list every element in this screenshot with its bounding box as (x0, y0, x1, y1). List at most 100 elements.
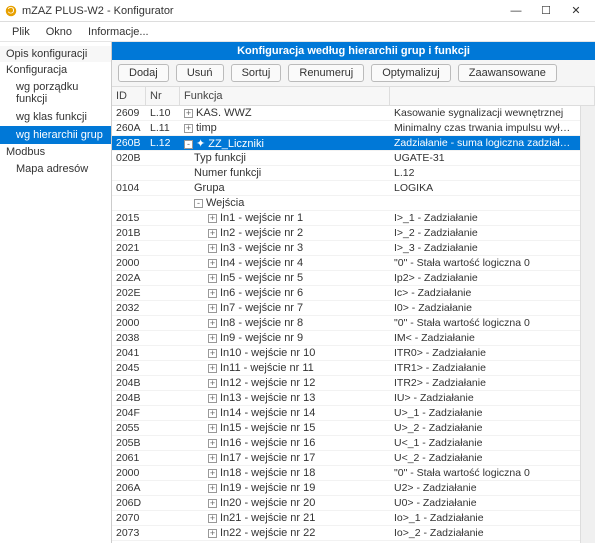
vertical-scrollbar[interactable] (580, 106, 595, 543)
col-nr[interactable]: Nr (146, 87, 180, 105)
close-button[interactable]: ✕ (561, 2, 591, 20)
expander-icon[interactable]: + (208, 529, 217, 538)
cell-id: 204B (112, 376, 146, 390)
toolbar: Dodaj Usuń Sortuj Renumeruj Optymalizuj … (112, 60, 595, 87)
cell-desc: "0" - Stała wartość logiczna 0 (390, 466, 580, 480)
table-row[interactable]: 2061+In17 - wejście nr 17U<_2 - Zadziała… (112, 451, 580, 466)
cell-nr (146, 487, 180, 489)
expander-icon[interactable]: + (208, 244, 217, 253)
cell-fn: +In1 - wejście nr 1 (180, 211, 390, 225)
table-row[interactable]: 202E+In6 - wejście nr 6Ic> - Zadziałanie (112, 286, 580, 301)
minimize-button[interactable]: — (501, 2, 531, 20)
table-row[interactable]: 2000+In4 - wejście nr 4"0" - Stała warto… (112, 256, 580, 271)
expander-icon[interactable]: + (208, 319, 217, 328)
table-row[interactable]: Numer funkcjiL.12 (112, 166, 580, 181)
expander-icon[interactable]: + (208, 499, 217, 508)
table-row[interactable]: 205B+In16 - wejście nr 16U<_1 - Zadziała… (112, 436, 580, 451)
advanced-button[interactable]: Zaawansowane (458, 64, 557, 82)
menu-okno[interactable]: Okno (38, 24, 80, 40)
expander-icon[interactable]: + (208, 424, 217, 433)
expander-icon[interactable]: + (208, 379, 217, 388)
table-row[interactable]: -Wejścia (112, 196, 580, 211)
table-row[interactable]: 260BL.12-✦ ZZ_LicznikiZadziałanie - suma… (112, 136, 580, 151)
cell-fn: +In6 - wejście nr 6 (180, 286, 390, 300)
expander-icon[interactable]: + (208, 214, 217, 223)
cell-nr (146, 247, 180, 249)
expander-icon[interactable]: + (208, 394, 217, 403)
grid-body[interactable]: 2609L.10+KAS. WWZKasowanie sygnalizacji … (112, 106, 580, 543)
table-row[interactable]: 202A+In5 - wejście nr 5Ip2> - Zadziałani… (112, 271, 580, 286)
menu-bar: Plik Okno Informacje... (0, 22, 595, 42)
cell-nr (146, 397, 180, 399)
table-row[interactable]: 2609L.10+KAS. WWZKasowanie sygnalizacji … (112, 106, 580, 121)
optimize-button[interactable]: Optymalizuj (371, 64, 450, 82)
expander-icon[interactable]: + (184, 109, 193, 118)
cell-nr: L.11 (146, 121, 180, 135)
table-row[interactable]: 201B+In2 - wejście nr 2I>_2 - Zadziałani… (112, 226, 580, 241)
expander-icon[interactable]: + (208, 229, 217, 238)
table-row[interactable]: 206D+In20 - wejście nr 20U0> - Zadziałan… (112, 496, 580, 511)
table-row[interactable]: 2000+In18 - wejście nr 18"0" - Stała war… (112, 466, 580, 481)
menu-plik[interactable]: Plik (4, 24, 38, 40)
cell-fn: +timp (180, 121, 390, 135)
expander-icon[interactable]: + (208, 484, 217, 493)
sidebar-item-klas[interactable]: wg klas funkcji (0, 108, 111, 126)
expander-icon[interactable]: + (208, 514, 217, 523)
table-row[interactable]: 2015+In1 - wejście nr 1I>_1 - Zadziałani… (112, 211, 580, 226)
cell-desc: L.12 (390, 166, 580, 180)
table-row[interactable]: 020BTyp funkcjiUGATE-31 (112, 151, 580, 166)
sidebar-header-opis[interactable]: Opis konfiguracji (0, 46, 111, 62)
expander-icon[interactable]: + (208, 259, 217, 268)
expander-icon[interactable]: + (208, 304, 217, 313)
sort-button[interactable]: Sortuj (231, 64, 282, 82)
table-row[interactable]: 2021+In3 - wejście nr 3I>_3 - Zadziałani… (112, 241, 580, 256)
expander-icon[interactable]: + (208, 289, 217, 298)
maximize-button[interactable]: ☐ (531, 2, 561, 20)
table-row[interactable]: 260AL.11+timpMinimalny czas trwania impu… (112, 121, 580, 136)
expander-icon[interactable]: + (208, 439, 217, 448)
table-row[interactable]: 2000+In8 - wejście nr 8"0" - Stała warto… (112, 316, 580, 331)
expander-icon[interactable]: + (184, 124, 193, 133)
table-row[interactable]: 204F+In14 - wejście nr 14U>_1 - Zadziała… (112, 406, 580, 421)
app-icon: Ɔ (4, 4, 18, 18)
expander-icon[interactable]: + (208, 349, 217, 358)
expander-icon[interactable]: - (184, 140, 193, 149)
cell-desc: ITR2> - Zadziałanie (390, 376, 580, 390)
delete-button[interactable]: Usuń (176, 64, 224, 82)
sidebar-group-konfiguracja[interactable]: Konfiguracja (0, 62, 111, 78)
sidebar-item-hierarchii[interactable]: wg hierarchii grup (0, 126, 111, 144)
table-row[interactable]: 2045+In11 - wejście nr 11ITR1> - Zadział… (112, 361, 580, 376)
cell-fn: +In11 - wejście nr 11 (180, 361, 390, 375)
add-button[interactable]: Dodaj (118, 64, 169, 82)
expander-icon[interactable]: + (208, 409, 217, 418)
table-row[interactable]: 206A+In19 - wejście nr 19U2> - Zadziałan… (112, 481, 580, 496)
table-row[interactable]: 2073+In22 - wejście nr 22Io>_2 - Zadział… (112, 526, 580, 541)
col-id[interactable]: ID (112, 87, 146, 105)
sidebar-item-porzadku[interactable]: wg porządku funkcji (0, 78, 111, 108)
renumber-button[interactable]: Renumeruj (288, 64, 364, 82)
table-row[interactable]: 2055+In15 - wejście nr 15U>_2 - Zadziała… (112, 421, 580, 436)
table-row[interactable]: 2032+In7 - wejście nr 7I0> - Zadziałanie (112, 301, 580, 316)
cell-id: 2000 (112, 466, 146, 480)
table-row[interactable]: 204B+In12 - wejście nr 12ITR2> - Zadział… (112, 376, 580, 391)
table-row[interactable]: 2070+In21 - wejście nr 21Io>_1 - Zadział… (112, 511, 580, 526)
expander-icon[interactable]: - (194, 199, 203, 208)
cell-id: 2070 (112, 511, 146, 525)
sidebar-group-modbus[interactable]: Modbus (0, 144, 111, 160)
cell-id: 2041 (112, 346, 146, 360)
cell-id: 205B (112, 436, 146, 450)
col-desc[interactable] (390, 87, 595, 105)
table-row[interactable]: 0104GrupaLOGIKA (112, 181, 580, 196)
table-row[interactable]: 2038+In9 - wejście nr 9IM< - Zadziałanie (112, 331, 580, 346)
cell-id: 260B (112, 136, 146, 150)
expander-icon[interactable]: + (208, 364, 217, 373)
table-row[interactable]: 2041+In10 - wejście nr 10ITR0> - Zadział… (112, 346, 580, 361)
menu-informacje[interactable]: Informacje... (80, 24, 157, 40)
expander-icon[interactable]: + (208, 469, 217, 478)
table-row[interactable]: 204B+In13 - wejście nr 13IU> - Zadziałan… (112, 391, 580, 406)
expander-icon[interactable]: + (208, 454, 217, 463)
col-fn[interactable]: Funkcja (180, 87, 390, 105)
expander-icon[interactable]: + (208, 334, 217, 343)
sidebar-item-mapa[interactable]: Mapa adresów (0, 160, 111, 178)
expander-icon[interactable]: + (208, 274, 217, 283)
